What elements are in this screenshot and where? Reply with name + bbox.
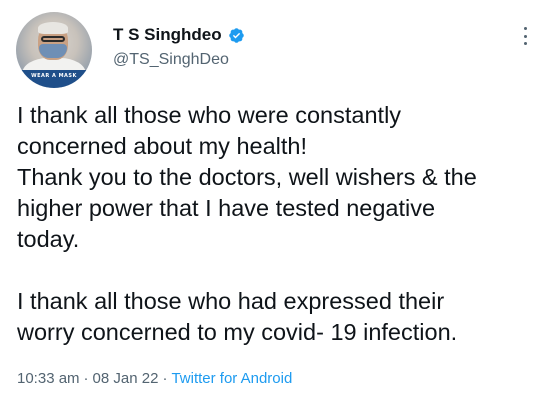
more-dot — [523, 34, 527, 38]
tweet-time[interactable]: 10:33 am — [17, 370, 80, 387]
verified-badge-icon — [228, 27, 245, 44]
tweet-line: higher power that I have tested negative — [17, 195, 436, 221]
tweet-line: concerned about my health! — [17, 133, 308, 159]
tweet-line: today. — [17, 226, 80, 252]
tweet-text: I thank all those who were constantly co… — [17, 100, 547, 348]
tweet-line: worry concerned to my covid- 19 infectio… — [17, 319, 458, 345]
author-display-name[interactable]: T S Singhdeo — [113, 25, 222, 45]
author-name-row: T S Singhdeo — [113, 25, 245, 45]
more-vertical-icon[interactable] — [516, 24, 534, 48]
more-dot — [523, 42, 527, 45]
tweet-date[interactable]: 08 Jan 22 — [93, 370, 159, 387]
avatar[interactable]: WEAR A MASK — [16, 12, 92, 88]
avatar-glasses — [41, 36, 65, 42]
tweet-line: Thank you to the doctors, well wishers &… — [17, 164, 477, 190]
tweet-line: I thank all those who had expressed thei… — [17, 288, 445, 314]
avatar-mask — [39, 44, 67, 58]
tweet-line: I thank all those who were constantly — [17, 102, 402, 128]
avatar-hair — [38, 22, 68, 34]
avatar-banner: WEAR A MASK — [16, 70, 92, 88]
author-handle[interactable]: @TS_SinghDeo — [113, 51, 229, 69]
tweet-card: WEAR A MASK T S Singhdeo @TS_SinghDeo I … — [0, 0, 557, 400]
tweet-source-link[interactable]: Twitter for Android — [171, 370, 292, 387]
more-dot — [523, 27, 527, 30]
meta-separator: · — [83, 370, 89, 387]
avatar-banner-text: WEAR A MASK — [31, 73, 77, 79]
tweet-meta: 10:33 am · 08 Jan 22 · Twitter for Android — [17, 370, 292, 387]
meta-separator: · — [162, 370, 168, 387]
